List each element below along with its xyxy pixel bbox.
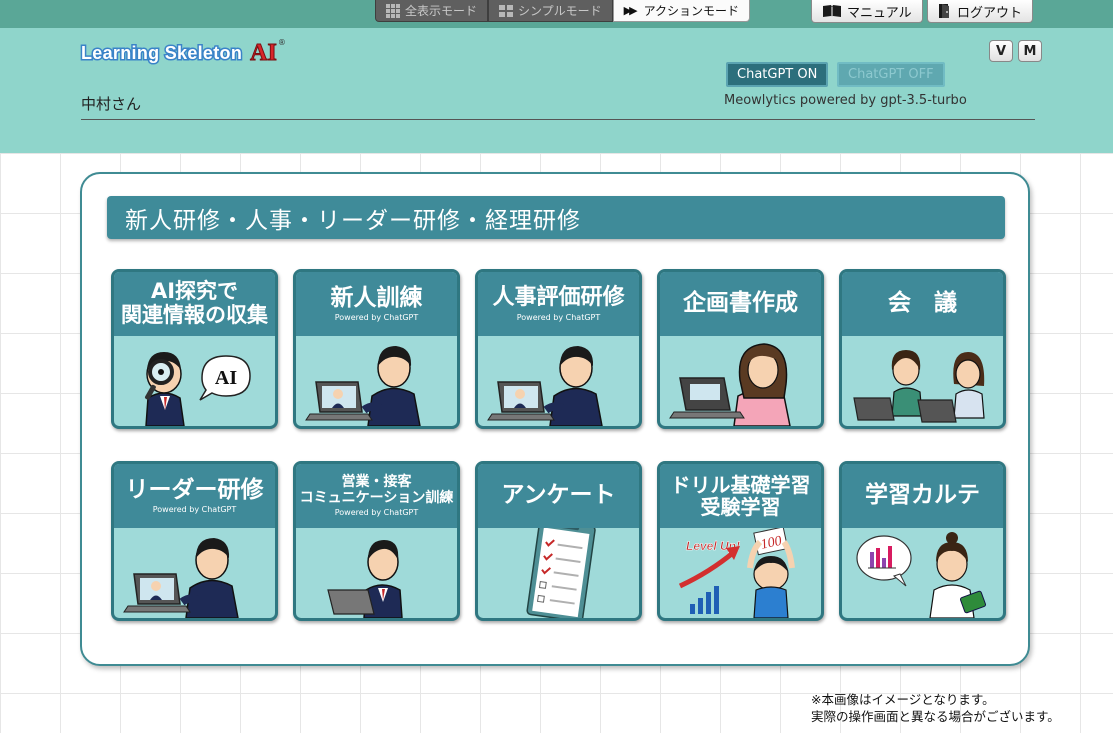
tile-learning-record[interactable]: 学習カルテ <box>839 461 1006 621</box>
chatgpt-on-button[interactable]: ChatGPT ON <box>726 62 829 87</box>
tile-title: 人事評価研修 <box>492 285 625 311</box>
meeting-icon <box>853 350 985 423</box>
tile-title: 会 議 <box>888 290 957 317</box>
section-title: 新人研修・人事・リーダー研修・経理研修 <box>107 196 1005 239</box>
logo-registered: ® <box>277 38 286 47</box>
laptop-woman-icon <box>669 343 791 426</box>
tile-header: 新人訓練 Powered by ChatGPT <box>296 272 457 336</box>
disclaimer-line-2: 実際の操作画面と異なる場合がございます。 <box>811 709 1060 724</box>
tile-title: アンケート <box>501 482 616 509</box>
online-training-icon <box>487 346 603 426</box>
tile-proposal-writing[interactable]: 企画書作成 <box>657 269 824 429</box>
tile-subtitle: Powered by ChatGPT <box>334 508 419 518</box>
user-name: 中村さん <box>81 95 142 113</box>
grid-icon <box>386 3 400 18</box>
logout-button[interactable]: ログアウト <box>927 0 1034 23</box>
tile-header: 学習カルテ <box>842 464 1003 528</box>
tile-subtitle: Powered by ChatGPT <box>152 505 237 515</box>
tile-title: 企画書作成 <box>683 290 798 317</box>
play-icon: ▶▶ <box>623 4 638 17</box>
book-icon <box>823 5 841 17</box>
mode-action-button[interactable]: ▶▶ アクションモード <box>612 0 750 22</box>
nurse-chart-icon <box>856 532 987 618</box>
menu-panel: 新人研修・人事・リーダー研修・経理研修 AI探究で 関連情報の収集 AI 新人訓… <box>80 172 1030 666</box>
tile-header: 人事評価研修 Powered by ChatGPT <box>478 272 639 336</box>
mode-action-label: アクションモード <box>643 4 739 18</box>
tile-new-employee-training[interactable]: 新人訓練 Powered by ChatGPT <box>293 269 460 429</box>
tile-header: リーダー研修 Powered by ChatGPT <box>114 464 275 528</box>
tile-title: AI探究で 関連情報の収集 <box>121 279 268 327</box>
tile-header: AI探究で 関連情報の収集 <box>114 272 275 336</box>
mode-switcher: 全表示モード シンプルモード ▶▶ アクションモード <box>375 0 750 22</box>
mode-simple-button[interactable]: シンプルモード <box>488 0 613 22</box>
tile-leader-training[interactable]: リーダー研修 Powered by ChatGPT <box>111 461 278 621</box>
online-training-icon <box>123 538 239 618</box>
tile-sales-communication-training[interactable]: 営業・接客 コミュニケーション訓練 Powered by ChatGPT <box>293 461 460 621</box>
logout-label: ログアウト <box>957 5 1023 21</box>
mode-full-button[interactable]: 全表示モード <box>375 0 489 22</box>
logo-text: Learning Skeleton <box>79 42 243 65</box>
tile-header: アンケート <box>478 464 639 528</box>
mode-simple-label: シンプルモード <box>518 4 602 18</box>
tile-drill-exam-study[interactable]: ドリル基礎学習 受験学習 Level Up! 100 <box>657 461 824 621</box>
manual-button[interactable]: マニュアル <box>811 0 923 23</box>
logo: Learning Skeleton AI ® <box>79 38 286 66</box>
disclaimer-note: ※本画像はイメージとなります。 実際の操作画面と異なる場合がございます。 <box>811 691 1111 725</box>
tile-header: 会 議 <box>842 272 1003 336</box>
tile-title: 営業・接客 コミュニケーション訓練 <box>299 473 454 506</box>
tile-meeting[interactable]: 会 議 <box>839 269 1006 429</box>
tile-header: 営業・接客 コミュニケーション訓練 Powered by ChatGPT <box>296 464 457 528</box>
manual-label: マニュアル <box>847 5 912 21</box>
clipboard-icon <box>526 528 596 618</box>
tile-header: 企画書作成 <box>660 272 821 336</box>
tile-title: リーダー研修 <box>125 476 264 503</box>
tile-title: ドリル基礎学習 受験学習 <box>670 472 811 519</box>
tile-subtitle: Powered by ChatGPT <box>516 312 601 322</box>
tile-hr-evaluation-training[interactable]: 人事評価研修 Powered by ChatGPT <box>475 269 642 429</box>
tile-subtitle: Powered by ChatGPT <box>334 313 419 323</box>
sales-man-icon <box>327 540 403 618</box>
disclaimer-line-1: ※本画像はイメージとなります。 <box>811 692 995 707</box>
v-toggle-button[interactable]: V <box>989 40 1013 62</box>
tile-survey[interactable]: アンケート <box>475 461 642 621</box>
door-icon <box>939 4 949 18</box>
m-toggle-button[interactable]: M <box>1018 40 1042 62</box>
ai-bubble-text: AI <box>215 367 237 389</box>
header: 全表示モード シンプルモード ▶▶ アクションモード マニュアル ログアウト L… <box>0 0 1113 153</box>
grid-icon <box>499 4 514 17</box>
tile-title: 学習カルテ <box>865 482 980 509</box>
header-divider <box>81 119 1035 120</box>
level-up-icon: Level Up! 100 <box>678 528 795 618</box>
online-training-icon <box>305 346 421 426</box>
powered-by-text: Meowlytics powered by gpt-3.5-turbo <box>724 93 967 108</box>
mode-full-label: 全表示モード <box>405 4 478 18</box>
magnifier-person-icon: AI <box>145 352 251 426</box>
tile-header: ドリル基礎学習 受験学習 <box>660 464 821 528</box>
tile-title: 新人訓練 <box>330 284 423 311</box>
logo-ai: AI <box>250 40 278 66</box>
tile-ai-research[interactable]: AI探究で 関連情報の収集 AI <box>111 269 278 429</box>
chatgpt-off-button[interactable]: ChatGPT OFF <box>837 62 945 87</box>
